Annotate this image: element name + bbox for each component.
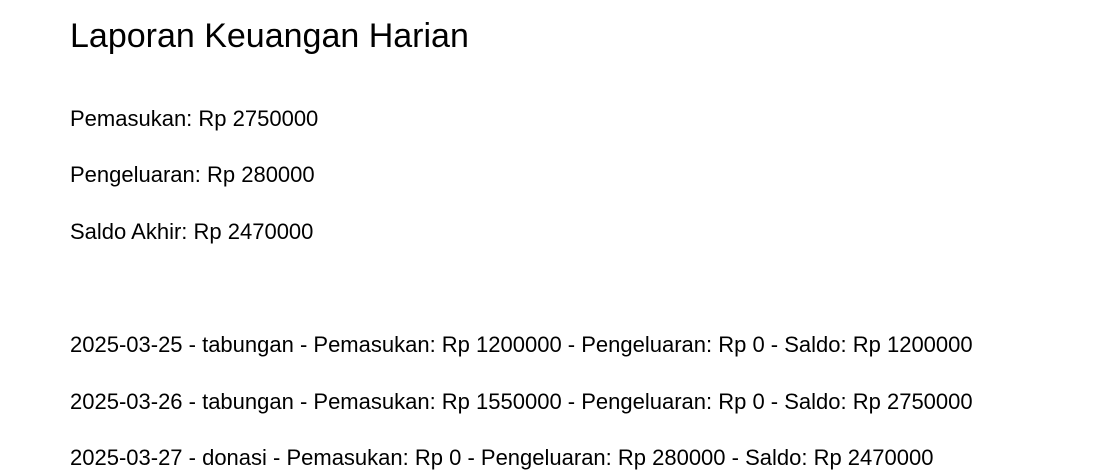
summary-income: Pemasukan: Rp 2750000 bbox=[70, 106, 319, 131]
summary-expense: Pengeluaran: Rp 280000 bbox=[70, 162, 315, 187]
transaction-line: 2025-03-27 - donasi - Pemasukan: Rp 0 - … bbox=[70, 445, 934, 470]
transaction-line: 2025-03-26 - tabungan - Pemasukan: Rp 15… bbox=[70, 389, 973, 414]
summary-balance: Saldo Akhir: Rp 2470000 bbox=[70, 219, 314, 244]
report-title: Laporan Keuangan Harian bbox=[70, 17, 469, 55]
transaction-line: 2025-03-25 - tabungan - Pemasukan: Rp 12… bbox=[70, 332, 973, 357]
report-page: Laporan Keuangan Harian Pemasukan: Rp 27… bbox=[70, 0, 1117, 474]
